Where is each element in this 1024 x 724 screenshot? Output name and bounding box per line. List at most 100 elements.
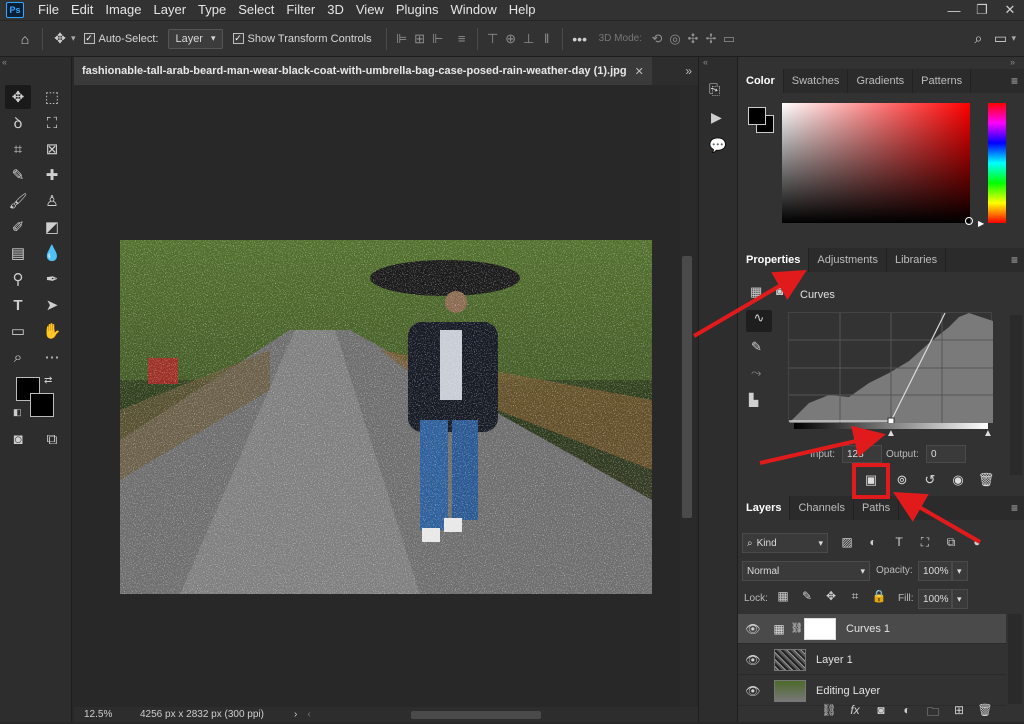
frame-tool-icon[interactable]: ⊠: [39, 137, 65, 161]
screen-mode-icon[interactable]: ⧉: [39, 427, 65, 451]
workspace-icon[interactable]: ▭: [989, 28, 1011, 50]
black-point-slider[interactable]: ▲: [886, 428, 896, 439]
menu-select[interactable]: Select: [232, 0, 280, 20]
scrollbar-thumb[interactable]: [682, 256, 692, 518]
panel-menu-icon[interactable]: ≡: [1011, 501, 1018, 515]
input-value-field[interactable]: 128: [842, 445, 882, 463]
visibility-eye-icon[interactable]: 👁: [738, 622, 768, 636]
3d-orbit-icon[interactable]: ⟲: [648, 31, 666, 47]
lasso-tool-icon[interactable]: ꝺ: [5, 111, 31, 135]
layer-style-icon[interactable]: fx: [844, 703, 866, 724]
align-center-icon[interactable]: ⊞: [411, 31, 429, 47]
comments-icon[interactable]: 💬: [709, 137, 726, 154]
layers-scrollbar[interactable]: [1008, 614, 1022, 704]
default-colors-icon[interactable]: ◧: [13, 407, 22, 418]
rectangle-tool-icon[interactable]: ▭: [5, 319, 31, 343]
home-icon[interactable]: ⌂: [14, 28, 36, 50]
status-menu-icon[interactable]: ›: [294, 709, 297, 720]
close-tab-icon[interactable]: ✕: [635, 65, 644, 78]
new-layer-icon[interactable]: ⊞: [948, 703, 970, 724]
menu-edit[interactable]: Edit: [65, 0, 99, 20]
panel-menu-icon[interactable]: ≡: [1011, 253, 1018, 267]
close-button[interactable]: ✕: [996, 0, 1024, 20]
opacity-chevron-icon[interactable]: ▾: [952, 561, 968, 581]
pencil-tool-icon[interactable]: ✎: [751, 339, 762, 355]
chevron-down-icon[interactable]: ▾: [71, 33, 76, 44]
lock-transparent-icon[interactable]: ▦: [772, 589, 794, 604]
eyedropper-tool-icon[interactable]: ✎: [5, 163, 31, 187]
lock-artboard-icon[interactable]: ⌗: [844, 589, 866, 604]
tab-paths[interactable]: Paths: [854, 496, 900, 520]
3d-camera-icon[interactable]: ▭: [720, 31, 738, 47]
add-mask-icon[interactable]: ◙: [870, 703, 892, 724]
align-left-icon[interactable]: ⊫: [393, 31, 411, 47]
reset-adjustment-icon[interactable]: ↺: [918, 469, 942, 491]
type-tool-icon[interactable]: T: [5, 293, 31, 317]
path-select-tool-icon[interactable]: ➤: [39, 293, 65, 317]
color-foreground-swatch[interactable]: [748, 107, 766, 125]
mask-icon[interactable]: ◙: [776, 284, 783, 298]
brush-tool-icon[interactable]: 🖌: [5, 189, 31, 213]
menu-window[interactable]: Window: [444, 0, 502, 20]
actions-play-icon[interactable]: ▶: [711, 109, 722, 126]
histogram-warning-icon[interactable]: ▙: [749, 393, 758, 407]
smooth-curve-icon[interactable]: ⤳: [751, 365, 761, 381]
visibility-eye-icon[interactable]: 👁: [738, 684, 768, 698]
3d-pan-icon[interactable]: ✣: [684, 31, 702, 47]
gradient-tool-icon[interactable]: ▤: [5, 241, 31, 265]
pen-tool-icon[interactable]: ✒: [39, 267, 65, 291]
layer-name[interactable]: Curves 1: [846, 623, 890, 635]
filter-adjustment-icon[interactable]: ◐: [862, 535, 884, 550]
tab-adjustments[interactable]: Adjustments: [809, 248, 887, 272]
tab-channels[interactable]: Channels: [790, 496, 854, 520]
tab-color[interactable]: Color: [738, 69, 784, 93]
zoom-tool-icon[interactable]: ⌕: [5, 345, 31, 369]
menu-plugins[interactable]: Plugins: [390, 0, 445, 20]
restore-button[interactable]: ❐: [968, 0, 996, 20]
align-top-icon[interactable]: ⊤: [484, 31, 502, 47]
color-picker-marker[interactable]: [965, 217, 973, 225]
hue-pointer-icon[interactable]: ▶: [978, 219, 984, 228]
delete-layer-icon[interactable]: 🗑: [974, 703, 996, 724]
view-previous-state-icon[interactable]: ⊚: [890, 469, 914, 491]
new-group-icon[interactable]: 🗀: [922, 703, 944, 724]
collapse-icon[interactable]: »: [1010, 57, 1015, 67]
filter-toggle-icon[interactable]: ●: [966, 535, 988, 550]
crop-tool-icon[interactable]: ⌗: [5, 137, 31, 161]
quick-mask-icon[interactable]: ◙: [5, 427, 31, 451]
scroll-left-icon[interactable]: ‹: [307, 709, 310, 720]
marquee-tool-icon[interactable]: ⬚: [39, 85, 65, 109]
blur-tool-icon[interactable]: 💧: [39, 241, 65, 265]
menu-layer[interactable]: Layer: [148, 0, 193, 20]
new-adjustment-icon[interactable]: ◐: [896, 703, 918, 724]
distribute-vertical-icon[interactable]: ‖: [538, 31, 556, 47]
3d-roll-icon[interactable]: ◎: [666, 31, 684, 47]
document-image[interactable]: [120, 240, 652, 594]
fill-chevron-icon[interactable]: ▾: [952, 589, 968, 609]
collapse-icon[interactable]: «: [2, 57, 7, 67]
chevron-down-icon[interactable]: ▾: [1011, 33, 1016, 44]
align-bottom-icon[interactable]: ⊥: [520, 31, 538, 47]
lock-image-icon[interactable]: ✎: [796, 589, 818, 604]
tab-swatches[interactable]: Swatches: [784, 69, 849, 93]
filter-shape-icon[interactable]: ⛶: [914, 535, 936, 550]
layer-filter-dropdown[interactable]: ⌕ Kind ▾: [742, 533, 828, 553]
white-point-slider[interactable]: ▲: [983, 428, 993, 439]
curve-point-tool-icon[interactable]: ∿: [746, 310, 772, 332]
menu-help[interactable]: Help: [503, 0, 542, 20]
swap-colors-icon[interactable]: ⇄: [44, 375, 52, 386]
hue-slider[interactable]: [988, 103, 1006, 223]
panel-menu-icon[interactable]: ≡: [1011, 74, 1018, 88]
tab-gradients[interactable]: Gradients: [848, 69, 914, 93]
menu-type[interactable]: Type: [192, 0, 232, 20]
move-tool-icon[interactable]: ✥: [49, 28, 71, 50]
filter-smart-object-icon[interactable]: ⧉: [940, 535, 962, 550]
properties-scrollbar[interactable]: [1010, 315, 1022, 475]
link-layers-icon[interactable]: ⛓: [818, 703, 840, 724]
filter-pixel-icon[interactable]: ▨: [836, 535, 858, 550]
auto-select-checkbox[interactable]: ✓ Auto-Select:: [83, 33, 158, 45]
minimize-button[interactable]: —: [940, 0, 968, 20]
layer-row-editing-layer[interactable]: 👁 Editing Layer: [738, 676, 1006, 706]
document-tab[interactable]: fashionable-tall-arab-beard-man-wear-bla…: [74, 57, 652, 85]
tab-layers[interactable]: Layers: [738, 496, 791, 520]
